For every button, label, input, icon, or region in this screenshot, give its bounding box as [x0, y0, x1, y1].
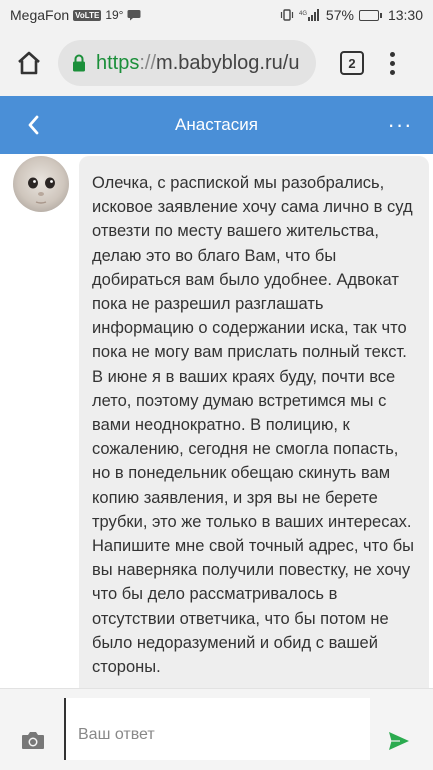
- url-text: https://m.babyblog.ru/u: [96, 52, 299, 75]
- avatar-face-image: [28, 177, 55, 204]
- chevron-left-icon: [28, 115, 39, 135]
- menu-dot: [390, 60, 395, 66]
- message-text: Олечка, с распиской мы разобрались, иско…: [92, 174, 415, 677]
- carrier-name: MegaFon: [10, 7, 70, 23]
- message-list[interactable]: Олечка, с распиской мы разобрались, иско…: [0, 154, 433, 688]
- reply-bar: [0, 688, 433, 770]
- volte-icon: VoLTE: [73, 9, 102, 21]
- camera-icon: [22, 732, 44, 749]
- signal-icon: 4G: [299, 9, 321, 21]
- browser-menu-button[interactable]: [390, 51, 395, 75]
- url-host: m.babyblog.ru/u: [156, 51, 300, 74]
- battery-percent: 57%: [325, 7, 354, 23]
- home-button[interactable]: [12, 46, 46, 80]
- send-button[interactable]: [388, 731, 410, 756]
- status-left: MegaFon VoLTE 19°: [10, 7, 141, 23]
- tab-switcher-button[interactable]: 2: [340, 51, 364, 75]
- clock: 13:30: [387, 7, 423, 23]
- more-options-button[interactable]: ···: [367, 96, 433, 154]
- status-right: 4G 57% 13:30: [280, 7, 423, 23]
- home-icon: [18, 51, 40, 75]
- address-bar[interactable]: https://m.babyblog.ru/u: [58, 40, 316, 86]
- status-bar: MegaFon VoLTE 19° 4G 57% 13:30: [0, 0, 433, 30]
- message-icon: [127, 9, 141, 21]
- camera-button[interactable]: [20, 729, 46, 756]
- temperature: 19°: [105, 8, 124, 22]
- message-bubble[interactable]: Олечка, с распиской мы разобрались, иско…: [79, 156, 429, 688]
- chat-header: Анастасия ···: [0, 96, 433, 154]
- menu-dot: [390, 51, 395, 57]
- menu-dot: [390, 69, 395, 75]
- vibrate-icon: [280, 9, 294, 21]
- url-separator: ://: [139, 51, 157, 74]
- back-button[interactable]: [0, 96, 66, 154]
- browser-toolbar: https://m.babyblog.ru/u 2: [0, 30, 433, 96]
- avatar[interactable]: [13, 156, 69, 212]
- contact-name: Анастасия: [175, 115, 258, 134]
- url-scheme: https: [96, 51, 140, 74]
- lock-icon: [72, 54, 86, 72]
- svg-text:4G: 4G: [299, 11, 307, 17]
- more-icon: ···: [387, 112, 413, 137]
- battery-icon: [358, 9, 382, 21]
- reply-input[interactable]: [64, 698, 370, 760]
- send-icon: [389, 732, 409, 750]
